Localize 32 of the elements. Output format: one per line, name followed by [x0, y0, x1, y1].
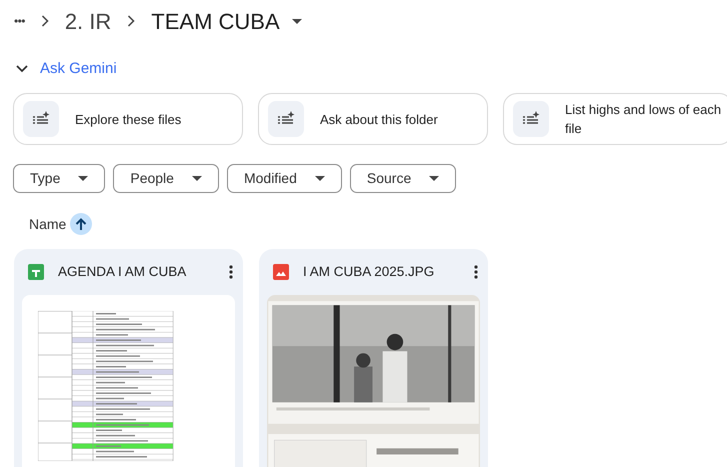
- breadcrumb-item[interactable]: 2. IR: [64, 4, 112, 38]
- chevron-icon: [40, 15, 49, 27]
- caret-icon: [192, 176, 202, 181]
- file-name: AGENDA I AM CUBA: [58, 262, 188, 281]
- file-card[interactable]: I AM CUBA 2025.JPG: [259, 249, 488, 467]
- filter-chip[interactable]: Source: [350, 164, 456, 193]
- sort-ascending-icon[interactable]: [70, 213, 92, 235]
- more-options-icon[interactable]: [474, 265, 478, 279]
- image-icon: [273, 264, 289, 280]
- ask-gemini-link[interactable]: Ask Gemini: [40, 58, 117, 80]
- sort-label[interactable]: Name: [29, 214, 66, 234]
- suggestion-chip[interactable]: List highs and lows of each file: [503, 93, 727, 145]
- caret-icon: [78, 176, 88, 181]
- sparkle-list-icon: [513, 101, 549, 137]
- filter-chip[interactable]: People: [113, 164, 219, 193]
- chevron-icon: [127, 15, 136, 27]
- dropdown-caret-icon: [292, 18, 302, 24]
- chevron-icon[interactable]: [16, 65, 28, 73]
- suggestion-chip[interactable]: Ask about this folder: [258, 93, 488, 145]
- more-button[interactable]: •••: [14, 12, 25, 30]
- file-card[interactable]: AGENDA I AM CUBA: [14, 249, 243, 467]
- spreadsheet-icon: [28, 264, 44, 280]
- filter-chip[interactable]: Type: [13, 164, 106, 193]
- suggestion-chip[interactable]: Explore these files: [13, 93, 243, 145]
- caret-icon: [429, 176, 440, 181]
- sparkle-list-icon: [268, 101, 304, 137]
- breadcrumb-item[interactable]: TEAM CUBA: [151, 4, 280, 38]
- filter-chip[interactable]: Modified: [226, 164, 342, 193]
- file-name: I AM CUBA 2025.JPG: [303, 262, 436, 281]
- more-options-icon[interactable]: [229, 265, 233, 279]
- caret-icon: [314, 176, 325, 181]
- sparkle-list-icon: [23, 101, 59, 137]
